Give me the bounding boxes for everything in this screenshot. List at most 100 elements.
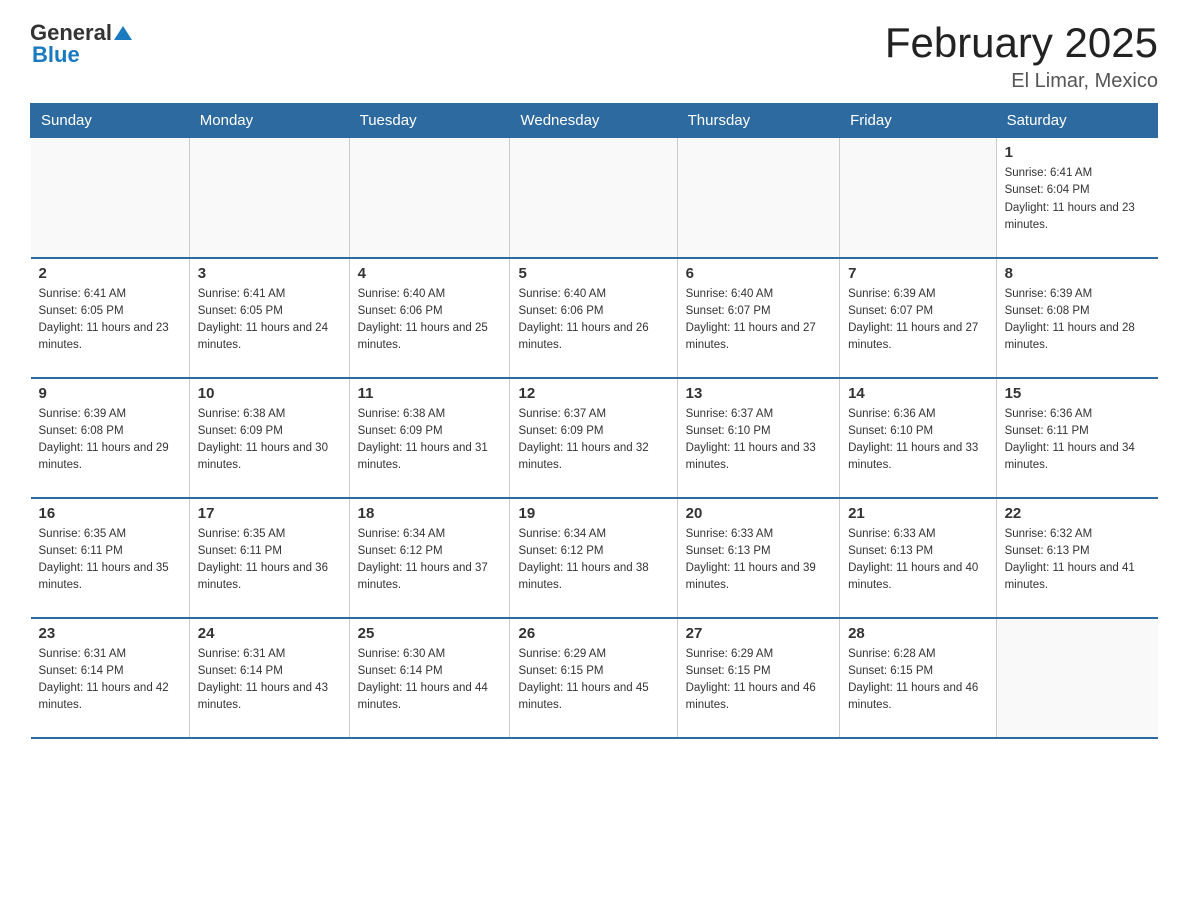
day-cell: 2 Sunrise: 6:41 AMSunset: 6:05 PMDaylight… [31, 258, 190, 378]
day-cell: 22 Sunrise: 6:32 AMSunset: 6:13 PMDayligh… [996, 498, 1157, 618]
day-cell: 17Sunrise: 6:35 AMSunset: 6:11 PMDayligh… [189, 498, 349, 618]
day-cell: 14Sunrise: 6:36 AMSunset: 6:10 PMDayligh… [840, 378, 997, 498]
day-info: Sunrise: 6:37 AMSunset: 6:09 PMDaylight:… [518, 406, 668, 475]
day-info: Sunrise: 6:39 AMSunset: 6:08 PMDaylight:… [1005, 286, 1150, 355]
day-info: Sunrise: 6:32 AMSunset: 6:13 PMDaylight:… [1005, 526, 1150, 595]
location-title: El Limar, Mexico [885, 70, 1158, 93]
day-number: 25 [358, 625, 502, 642]
day-number: 22 [1005, 505, 1150, 522]
day-number: 19 [518, 505, 668, 522]
day-info: Sunrise: 6:35 AMSunset: 6:11 PMDaylight:… [198, 526, 341, 595]
day-number: 10 [198, 385, 341, 402]
day-cell: 20 Sunrise: 6:33 AMSunset: 6:13 PMDayligh… [677, 498, 839, 618]
month-title: February 2025 [885, 20, 1158, 66]
day-info: Sunrise: 6:34 AMSunset: 6:12 PMDaylight:… [518, 526, 668, 595]
logo: General Blue [30, 20, 132, 68]
day-number: 20 [686, 505, 831, 522]
day-info: Sunrise: 6:39 AMSunset: 6:07 PMDaylight:… [848, 286, 988, 355]
day-info: Sunrise: 6:33 AMSunset: 6:13 PMDaylight:… [686, 526, 831, 595]
header-cell-thursday: Thursday [677, 104, 839, 138]
day-info: Sunrise: 6:41 AMSunset: 6:04 PMDaylight:… [1005, 165, 1150, 234]
day-cell: 4Sunrise: 6:40 AMSunset: 6:06 PMDaylight… [349, 258, 510, 378]
day-cell [996, 618, 1157, 738]
header-cell-wednesday: Wednesday [510, 104, 677, 138]
day-info: Sunrise: 6:41 AMSunset: 6:05 PMDaylight:… [39, 286, 181, 355]
day-cell: 19 Sunrise: 6:34 AMSunset: 6:12 PMDayligh… [510, 498, 677, 618]
day-cell [189, 138, 349, 258]
header-cell-saturday: Saturday [996, 104, 1157, 138]
day-cell: 3 Sunrise: 6:41 AMSunset: 6:05 PMDaylight… [189, 258, 349, 378]
day-cell [349, 138, 510, 258]
day-info: Sunrise: 6:41 AMSunset: 6:05 PMDaylight:… [198, 286, 341, 355]
day-number: 16 [39, 505, 181, 522]
calendar-body: 1 Sunrise: 6:41 AMSunset: 6:04 PMDaylight… [31, 138, 1158, 738]
day-number: 26 [518, 625, 668, 642]
day-cell: 1 Sunrise: 6:41 AMSunset: 6:04 PMDaylight… [996, 138, 1157, 258]
day-info: Sunrise: 6:33 AMSunset: 6:13 PMDaylight:… [848, 526, 988, 595]
day-number: 5 [518, 265, 668, 282]
logo-triangle-up [114, 26, 132, 40]
day-info: Sunrise: 6:30 AMSunset: 6:14 PMDaylight:… [358, 646, 502, 715]
day-info: Sunrise: 6:36 AMSunset: 6:11 PMDaylight:… [1005, 406, 1150, 475]
header-cell-sunday: Sunday [31, 104, 190, 138]
day-info: Sunrise: 6:31 AMSunset: 6:14 PMDaylight:… [39, 646, 181, 715]
day-number: 13 [686, 385, 831, 402]
day-cell: 23Sunrise: 6:31 AMSunset: 6:14 PMDayligh… [31, 618, 190, 738]
day-number: 1 [1005, 144, 1150, 161]
day-info: Sunrise: 6:35 AMSunset: 6:11 PMDaylight:… [39, 526, 181, 595]
day-cell: 5 Sunrise: 6:40 AMSunset: 6:06 PMDaylight… [510, 258, 677, 378]
day-number: 3 [198, 265, 341, 282]
day-number: 8 [1005, 265, 1150, 282]
day-number: 6 [686, 265, 831, 282]
day-cell: 13Sunrise: 6:37 AMSunset: 6:10 PMDayligh… [677, 378, 839, 498]
week-row-4: 16 Sunrise: 6:35 AMSunset: 6:11 PMDayligh… [31, 498, 1158, 618]
day-info: Sunrise: 6:28 AMSunset: 6:15 PMDaylight:… [848, 646, 988, 715]
header-cell-tuesday: Tuesday [349, 104, 510, 138]
header-cell-friday: Friday [840, 104, 997, 138]
day-number: 7 [848, 265, 988, 282]
day-cell: 6 Sunrise: 6:40 AMSunset: 6:07 PMDaylight… [677, 258, 839, 378]
day-info: Sunrise: 6:29 AMSunset: 6:15 PMDaylight:… [686, 646, 831, 715]
day-cell: 27 Sunrise: 6:29 AMSunset: 6:15 PMDayligh… [677, 618, 839, 738]
day-number: 2 [39, 265, 181, 282]
week-row-3: 9 Sunrise: 6:39 AMSunset: 6:08 PMDaylight… [31, 378, 1158, 498]
day-number: 28 [848, 625, 988, 642]
logo-block: General Blue [30, 20, 132, 68]
day-info: Sunrise: 6:40 AMSunset: 6:07 PMDaylight:… [686, 286, 831, 355]
day-cell: 24 Sunrise: 6:31 AMSunset: 6:14 PMDayligh… [189, 618, 349, 738]
day-number: 9 [39, 385, 181, 402]
day-number: 24 [198, 625, 341, 642]
day-info: Sunrise: 6:39 AMSunset: 6:08 PMDaylight:… [39, 406, 181, 475]
day-number: 21 [848, 505, 988, 522]
day-info: Sunrise: 6:38 AMSunset: 6:09 PMDaylight:… [198, 406, 341, 475]
day-cell: 26 Sunrise: 6:29 AMSunset: 6:15 PMDayligh… [510, 618, 677, 738]
day-number: 15 [1005, 385, 1150, 402]
week-row-5: 23Sunrise: 6:31 AMSunset: 6:14 PMDayligh… [31, 618, 1158, 738]
calendar-table: SundayMondayTuesdayWednesdayThursdayFrid… [30, 103, 1158, 739]
day-number: 18 [358, 505, 502, 522]
day-number: 27 [686, 625, 831, 642]
day-cell: 9 Sunrise: 6:39 AMSunset: 6:08 PMDaylight… [31, 378, 190, 498]
day-info: Sunrise: 6:38 AMSunset: 6:09 PMDaylight:… [358, 406, 502, 475]
day-cell [31, 138, 190, 258]
page-header: General Blue February 2025 El Limar, Mex… [30, 20, 1158, 93]
day-cell [510, 138, 677, 258]
day-info: Sunrise: 6:40 AMSunset: 6:06 PMDaylight:… [518, 286, 668, 355]
day-cell: 28 Sunrise: 6:28 AMSunset: 6:15 PMDayligh… [840, 618, 997, 738]
header-row: SundayMondayTuesdayWednesdayThursdayFrid… [31, 104, 1158, 138]
day-info: Sunrise: 6:40 AMSunset: 6:06 PMDaylight:… [358, 286, 502, 355]
day-cell: 21 Sunrise: 6:33 AMSunset: 6:13 PMDayligh… [840, 498, 997, 618]
day-cell: 7 Sunrise: 6:39 AMSunset: 6:07 PMDaylight… [840, 258, 997, 378]
day-number: 11 [358, 385, 502, 402]
day-cell: 11 Sunrise: 6:38 AMSunset: 6:09 PMDayligh… [349, 378, 510, 498]
day-cell: 18Sunrise: 6:34 AMSunset: 6:12 PMDayligh… [349, 498, 510, 618]
day-info: Sunrise: 6:31 AMSunset: 6:14 PMDaylight:… [198, 646, 341, 715]
day-cell: 25 Sunrise: 6:30 AMSunset: 6:14 PMDayligh… [349, 618, 510, 738]
day-cell [677, 138, 839, 258]
day-cell: 12Sunrise: 6:37 AMSunset: 6:09 PMDayligh… [510, 378, 677, 498]
week-row-1: 1 Sunrise: 6:41 AMSunset: 6:04 PMDaylight… [31, 138, 1158, 258]
day-cell [840, 138, 997, 258]
day-cell: 16 Sunrise: 6:35 AMSunset: 6:11 PMDayligh… [31, 498, 190, 618]
day-info: Sunrise: 6:29 AMSunset: 6:15 PMDaylight:… [518, 646, 668, 715]
day-info: Sunrise: 6:36 AMSunset: 6:10 PMDaylight:… [848, 406, 988, 475]
